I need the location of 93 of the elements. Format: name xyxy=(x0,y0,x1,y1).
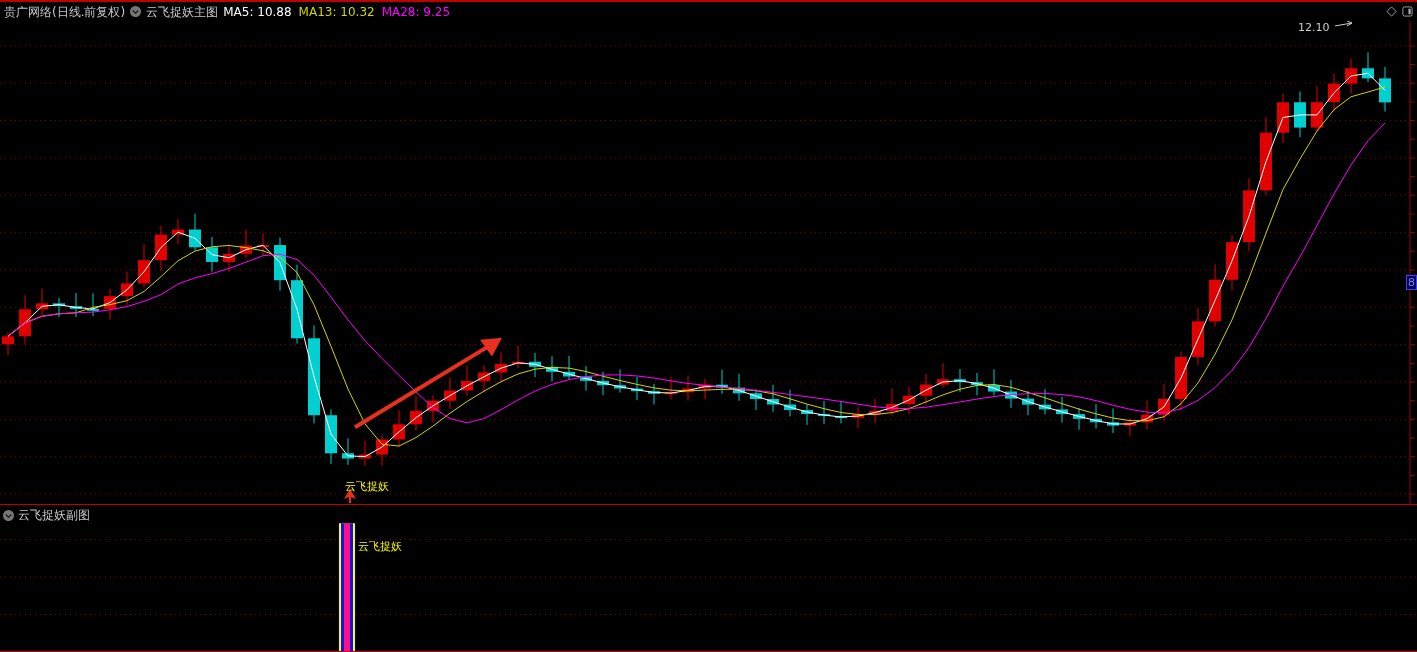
candlestick xyxy=(1158,383,1170,422)
dropdown-icon[interactable] xyxy=(130,6,142,17)
candlestick xyxy=(53,297,65,318)
candlestick xyxy=(1311,85,1323,132)
candlestick xyxy=(274,237,286,292)
candlestick xyxy=(172,218,184,245)
candlestick xyxy=(546,355,558,382)
indicator-name[interactable]: 云飞捉妖副图 xyxy=(18,507,90,523)
candlestick xyxy=(716,369,728,395)
candlestick xyxy=(1362,51,1374,83)
candlestick xyxy=(1107,407,1119,434)
candlestick xyxy=(1039,388,1051,415)
candlestick xyxy=(1005,379,1017,409)
candlestick xyxy=(954,368,966,393)
candlestick xyxy=(1209,263,1221,328)
candlestick xyxy=(648,383,660,405)
price-axis-label: 8 xyxy=(1406,275,1417,290)
high-price-label: 12.10 xyxy=(1298,21,1330,34)
candlestick xyxy=(580,365,592,392)
candlestick xyxy=(1175,351,1187,411)
moving-average-value: MA5: 10.88 xyxy=(223,3,292,20)
candlestick xyxy=(189,213,201,251)
candlestick xyxy=(818,400,830,425)
candlestick xyxy=(206,236,218,273)
candlestick xyxy=(342,437,354,466)
candlestick xyxy=(36,288,48,317)
candlestick xyxy=(2,331,14,356)
candlestick xyxy=(682,375,694,402)
candlestick xyxy=(835,400,847,424)
candlestick xyxy=(767,384,779,413)
signal-label: 云飞捉妖 xyxy=(345,479,389,494)
candlestick xyxy=(1379,66,1391,113)
candlestick xyxy=(699,378,711,400)
candlestick xyxy=(937,362,949,389)
candlestick xyxy=(563,355,575,381)
candlestick xyxy=(223,244,235,273)
candlestick xyxy=(478,364,490,393)
candlestick xyxy=(529,352,541,378)
candlestick xyxy=(70,292,82,318)
candlestick xyxy=(376,434,388,466)
candlestick xyxy=(495,351,507,382)
candlestick xyxy=(971,372,983,396)
candlestick xyxy=(104,288,116,320)
candlestick xyxy=(240,229,252,259)
candlestick xyxy=(869,398,881,424)
candlestick xyxy=(988,368,1000,396)
candlestick xyxy=(1141,400,1153,431)
candlestick xyxy=(903,386,915,415)
candlestick xyxy=(1277,93,1289,144)
moving-average-value: MA13: 10.32 xyxy=(298,3,375,20)
candlestick xyxy=(920,373,932,406)
candlestick xyxy=(138,243,150,288)
diamond-icon[interactable] xyxy=(1386,6,1397,17)
candlestick xyxy=(19,294,31,345)
candlestick xyxy=(393,409,405,448)
candlestick xyxy=(155,225,167,271)
arrow-annotation xyxy=(344,489,356,503)
candlestick xyxy=(1226,234,1238,291)
candlestick xyxy=(1124,417,1136,438)
candlestick xyxy=(325,408,337,465)
stock-title: 贵广网络(日线.前复权) xyxy=(4,3,126,20)
candlestick xyxy=(1294,91,1306,138)
candlestick xyxy=(631,376,643,401)
candlestick xyxy=(257,232,269,257)
candlestick xyxy=(597,371,609,396)
candlestick xyxy=(1192,307,1204,366)
candlestick xyxy=(801,404,813,426)
candlestick xyxy=(1022,390,1034,416)
candlestick xyxy=(410,395,422,432)
candlestick xyxy=(359,440,371,467)
candlestick xyxy=(886,387,898,416)
candlestick xyxy=(1056,396,1068,423)
candlestick xyxy=(87,292,99,317)
dropdown-icon[interactable] xyxy=(3,509,14,521)
candlestick xyxy=(784,389,796,417)
candlestick xyxy=(512,345,524,369)
candlestick xyxy=(733,373,745,402)
candlestick xyxy=(1090,403,1102,429)
signal-label: 云飞捉妖 xyxy=(358,539,402,554)
candlestick xyxy=(121,271,133,306)
candlestick xyxy=(1345,58,1357,95)
candlestick xyxy=(444,376,456,410)
moving-average-value: MA28: 9.25 xyxy=(381,3,451,20)
candlestick xyxy=(614,368,626,393)
indicator-name[interactable]: 云飞捉妖主图 xyxy=(146,3,219,20)
candlestick xyxy=(852,406,864,429)
panel-toggle-icon[interactable] xyxy=(1402,6,1413,17)
candlestick xyxy=(461,365,473,397)
candlestick xyxy=(750,388,762,411)
candlestick xyxy=(1073,407,1085,431)
arrow-icon xyxy=(1334,21,1353,27)
candlestick xyxy=(427,394,439,423)
candlestick xyxy=(1328,73,1340,113)
